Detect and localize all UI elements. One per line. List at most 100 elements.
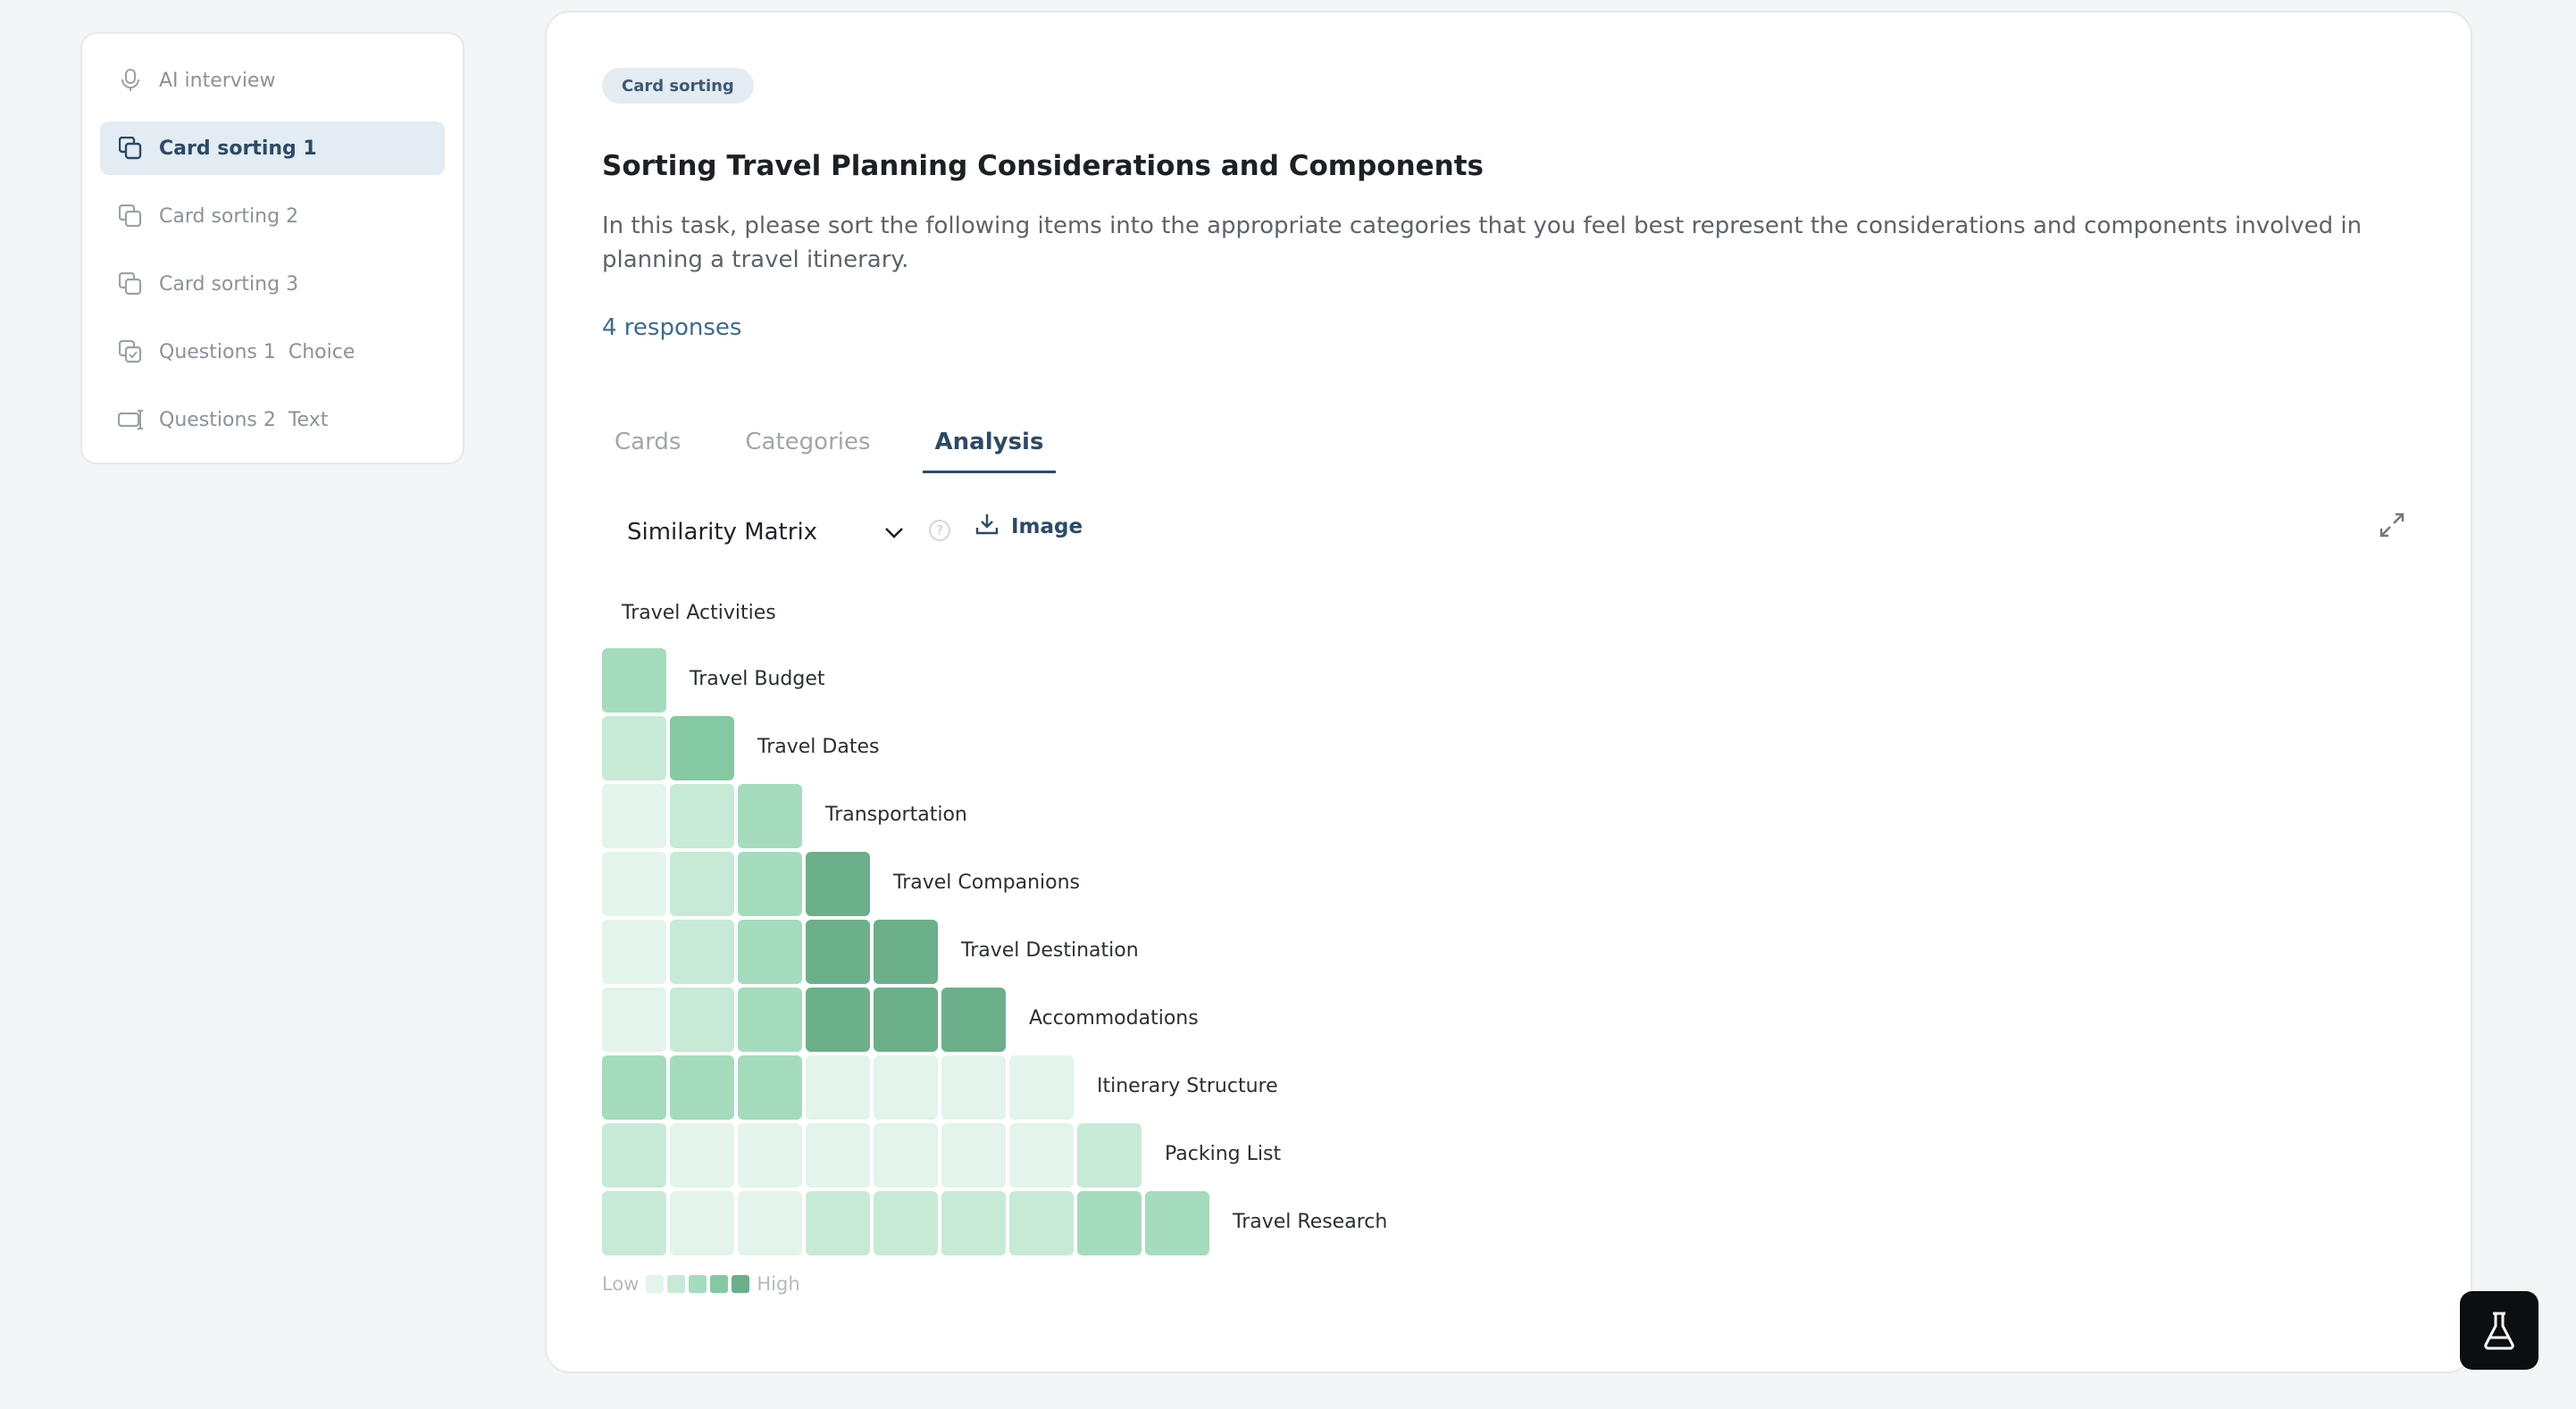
matrix-cell[interactable]	[941, 988, 1006, 1052]
matrix-cell[interactable]	[874, 988, 938, 1052]
matrix-cell[interactable]	[670, 988, 734, 1052]
help-icon[interactable]: ?	[929, 520, 950, 541]
sidebar-item-ai-interview[interactable]: AI interview	[100, 54, 445, 107]
matrix-cell[interactable]	[874, 1191, 938, 1255]
matrix-cell[interactable]	[602, 784, 666, 848]
matrix-cell[interactable]	[1145, 1191, 1209, 1255]
sidebar: AI interview Card sorting 1 Card sorting…	[80, 32, 464, 464]
matrix-cell[interactable]	[806, 988, 870, 1052]
sidebar-item-label: Card sorting 3	[159, 272, 299, 296]
matrix-cell[interactable]	[738, 1055, 802, 1120]
matrix-cell[interactable]	[670, 784, 734, 848]
main-panel: Card sorting Sorting Travel Planning Con…	[545, 11, 2472, 1373]
tab-analysis[interactable]: Analysis	[922, 411, 1057, 473]
matrix-cell[interactable]	[941, 1055, 1006, 1120]
sidebar-item-card-sorting-3[interactable]: Card sorting 3	[100, 257, 445, 311]
sidebar-item-label: Questions 1	[159, 340, 276, 363]
matrix-cell[interactable]	[1077, 1123, 1142, 1188]
matrix-cell[interactable]	[602, 1191, 666, 1255]
sidebar-item-questions-1[interactable]: Questions 1 Choice	[100, 325, 445, 379]
matrix-cell[interactable]	[738, 1191, 802, 1255]
matrix-cell[interactable]	[602, 920, 666, 984]
sidebar-item-card-sorting-2[interactable]: Card sorting 2	[100, 189, 445, 243]
matrix-cell[interactable]	[602, 852, 666, 916]
legend-swatch	[710, 1275, 729, 1293]
matrix-cell[interactable]	[738, 852, 802, 916]
matrix-cell[interactable]	[670, 852, 734, 916]
flask-icon	[2484, 1312, 2514, 1350]
type-badge: Card sorting	[602, 68, 754, 104]
matrix-label: Travel Companions	[893, 871, 1081, 894]
legend-high-label: High	[757, 1273, 800, 1295]
choice-icon	[118, 339, 143, 364]
view-select-value: Similarity Matrix	[627, 519, 818, 546]
microphone-icon	[118, 68, 143, 93]
tab-bar: Cards Categories Analysis	[602, 411, 1095, 477]
matrix-cell[interactable]	[670, 1123, 734, 1188]
matrix-label: Travel Destination	[961, 939, 1139, 962]
text-input-icon	[118, 407, 143, 432]
legend: Low High	[602, 1273, 800, 1295]
matrix-label: Transportation	[825, 804, 967, 826]
matrix-label: Travel Dates	[757, 736, 880, 758]
matrix-cell[interactable]	[738, 784, 802, 848]
legend-swatch	[667, 1275, 686, 1293]
cards-icon	[118, 271, 143, 296]
matrix-cell[interactable]	[806, 920, 870, 984]
responses-link[interactable]: 4 responses	[602, 314, 741, 341]
tab-cards[interactable]: Cards	[602, 411, 693, 473]
matrix-label: Accommodations	[1029, 1007, 1199, 1030]
matrix-cell[interactable]	[738, 920, 802, 984]
matrix-label: Itinerary Structure	[1097, 1075, 1278, 1097]
matrix-cell[interactable]	[1009, 1191, 1074, 1255]
page-title: Sorting Travel Planning Considerations a…	[602, 150, 1485, 182]
matrix-cell[interactable]	[670, 1055, 734, 1120]
matrix-label: Travel Activities	[622, 602, 776, 624]
matrix-cell[interactable]	[941, 1191, 1006, 1255]
sidebar-item-label: Questions 2	[159, 408, 276, 431]
tab-categories[interactable]: Categories	[732, 411, 882, 473]
matrix-cell[interactable]	[941, 1123, 1006, 1188]
matrix-cell[interactable]	[602, 1123, 666, 1188]
matrix-label: Travel Budget	[690, 668, 825, 690]
sidebar-item-type: Text	[288, 408, 329, 431]
matrix-cell[interactable]	[806, 1191, 870, 1255]
matrix-cell[interactable]	[602, 648, 666, 713]
download-image-button[interactable]: Image	[975, 513, 1083, 541]
sidebar-item-card-sorting-1[interactable]: Card sorting 1	[100, 121, 445, 175]
download-icon	[975, 513, 999, 541]
matrix-cell[interactable]	[806, 1055, 870, 1120]
sidebar-item-label: Card sorting 2	[159, 204, 299, 228]
legend-swatch	[646, 1275, 665, 1293]
task-description: In this task, please sort the following …	[602, 213, 2363, 273]
lab-flask-button[interactable]	[2460, 1291, 2538, 1370]
matrix-cell[interactable]	[874, 920, 938, 984]
matrix-cell[interactable]	[806, 1123, 870, 1188]
matrix-cell[interactable]	[738, 988, 802, 1052]
cards-icon	[118, 204, 143, 229]
view-select[interactable]: Similarity Matrix	[627, 509, 904, 555]
sidebar-item-questions-2[interactable]: Questions 2 Text	[100, 393, 445, 446]
matrix-cell[interactable]	[874, 1055, 938, 1120]
matrix-cell[interactable]	[670, 1191, 734, 1255]
legend-swatch	[732, 1275, 750, 1293]
chevron-down-icon	[884, 519, 904, 546]
matrix-cell[interactable]	[670, 716, 734, 780]
matrix-cell[interactable]	[1009, 1123, 1074, 1188]
similarity-matrix: Travel Activities Travel Budget Travel Dat…	[602, 584, 1585, 1316]
matrix-cell[interactable]	[1077, 1191, 1142, 1255]
matrix-cell[interactable]	[1009, 1055, 1074, 1120]
sidebar-item-label: Card sorting 1	[159, 137, 317, 160]
legend-swatch	[689, 1275, 707, 1293]
download-image-label: Image	[1011, 515, 1083, 538]
expand-icon[interactable]	[2374, 507, 2410, 543]
matrix-label: Packing List	[1165, 1143, 1282, 1165]
matrix-cell[interactable]	[602, 988, 666, 1052]
matrix-cell[interactable]	[874, 1123, 938, 1188]
matrix-cell[interactable]	[602, 1055, 666, 1120]
matrix-cell[interactable]	[806, 852, 870, 916]
sidebar-item-type: Choice	[288, 340, 355, 363]
matrix-cell[interactable]	[670, 920, 734, 984]
matrix-cell[interactable]	[738, 1123, 802, 1188]
matrix-cell[interactable]	[602, 716, 666, 780]
